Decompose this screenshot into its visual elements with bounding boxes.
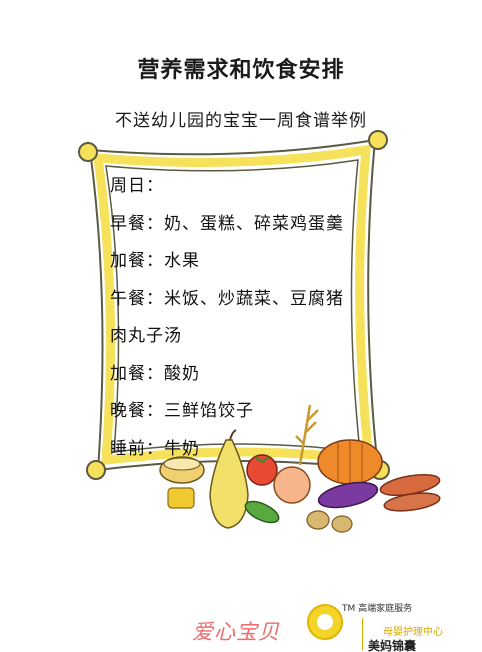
brand-tagline: TM 高端家庭服务 xyxy=(342,604,413,614)
brand-name-left: 爱心宝贝 xyxy=(192,620,280,644)
menu-day: 周日： xyxy=(110,176,164,196)
eggplant-icon xyxy=(317,481,379,509)
menu-breakfast: 早餐：奶、蛋糕、碎菜鸡蛋羹 xyxy=(110,213,344,234)
brand-subtitle: 母婴护理中心 xyxy=(383,627,443,638)
menu-lunch: 午餐：米饭、炒蔬菜、豆腐猪 xyxy=(110,288,344,309)
frame-corner-top-left xyxy=(78,142,98,162)
frame-corner-top-right xyxy=(368,130,388,150)
peach-icon xyxy=(273,466,311,504)
potato-icon xyxy=(306,510,330,530)
menu-morning-snack: 加餐：水果 xyxy=(110,251,200,271)
menu-bedtime: 睡前：牛奶 xyxy=(110,438,200,459)
brand-name-right: 美妈锦囊 xyxy=(368,639,417,652)
menu-dinner: 晚餐：三鲜馅饺子 xyxy=(110,401,254,421)
menu-list: 周日： 早餐：奶、蛋糕、碎菜鸡蛋羹 加餐：水果 午餐：米饭、炒蔬菜、豆腐猪 肉丸… xyxy=(110,168,360,468)
frame-corner-bottom-left xyxy=(86,460,106,480)
menu-lunch-continued: 肉丸子汤 xyxy=(110,326,182,346)
pea-pod-icon xyxy=(244,500,280,524)
page: 营养需求和饮食安排 不送幼儿园的宝宝一周食谱举例 周日： 早餐：奶、蛋糕、碎菜鸡… xyxy=(0,0,482,652)
corn-icon xyxy=(167,487,195,509)
brand-divider xyxy=(362,618,363,650)
menu-afternoon-snack: 加餐：酸奶 xyxy=(110,363,200,384)
